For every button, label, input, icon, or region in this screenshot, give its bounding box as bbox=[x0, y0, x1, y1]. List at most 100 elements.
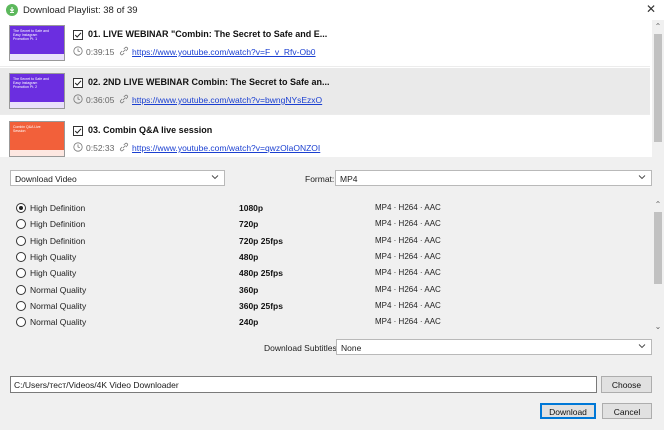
item-checkbox[interactable] bbox=[73, 126, 83, 136]
quality-radio[interactable] bbox=[16, 317, 26, 328]
quality-name: High Quality bbox=[30, 251, 77, 262]
download-type-select[interactable]: Download Video bbox=[10, 170, 225, 186]
quality-resolution: 1080p bbox=[239, 203, 264, 213]
quality-format: MP4 · H264 · AAC bbox=[375, 219, 441, 229]
playlist-item[interactable]: The Secret to Safe and Easy Instagram Pr… bbox=[0, 20, 650, 67]
quality-option[interactable]: High Definition 1080p MP4 · H264 · AAC bbox=[0, 201, 650, 217]
quality-format: MP4 · H264 · AAC bbox=[375, 203, 441, 212]
video-title: 02. 2ND LIVE WEBINAR Combin: The Secret … bbox=[88, 77, 330, 87]
quality-resolution: 720p bbox=[239, 219, 259, 230]
video-url-link[interactable]: https://www.youtube.com/watch?v=qwzOlaON… bbox=[132, 143, 320, 153]
chevron-down-icon bbox=[211, 175, 219, 180]
thumbnail-footer bbox=[10, 150, 64, 156]
quality-format: MP4 · H264 · AAC bbox=[375, 251, 441, 261]
quality-resolution: 720p 25fps bbox=[239, 235, 283, 246]
quality-format: MP4 · H264 · AAC bbox=[375, 268, 441, 278]
video-title: 03. Combin Q&A live session bbox=[88, 125, 213, 135]
thumbnail-footer bbox=[10, 54, 64, 60]
close-icon[interactable]: ✕ bbox=[646, 3, 656, 15]
choose-button[interactable]: Choose bbox=[601, 376, 652, 393]
video-url-link[interactable]: https://www.youtube.com/watch?v=bwngNYsE… bbox=[132, 95, 322, 105]
save-path-input[interactable]: C:/Users/тест/Videos/4K Video Downloader bbox=[10, 376, 597, 393]
quality-radio[interactable] bbox=[16, 251, 26, 262]
quality-option[interactable]: High Quality 480p 25fps MP4 · H264 · AAC bbox=[0, 266, 650, 282]
cancel-button[interactable]: Cancel bbox=[602, 403, 652, 419]
window-title: Download Playlist: 38 of 39 bbox=[23, 5, 138, 16]
quality-radio[interactable] bbox=[16, 235, 26, 246]
scroll-up-icon[interactable]: ⌃ bbox=[652, 20, 664, 32]
quality-option[interactable]: Normal Quality 240p MP4 · H264 · AAC bbox=[0, 315, 650, 331]
thumbnail-footer bbox=[10, 102, 64, 108]
checkmark-icon bbox=[74, 80, 82, 86]
quality-resolution: 240p bbox=[239, 317, 259, 328]
scroll-down-icon[interactable]: ⌄ bbox=[652, 320, 664, 332]
video-duration: 0:39:15 bbox=[86, 47, 115, 57]
quality-name: Normal Quality bbox=[30, 317, 87, 328]
item-checkbox[interactable] bbox=[73, 30, 83, 40]
item-checkbox[interactable] bbox=[73, 78, 83, 88]
clock-icon bbox=[73, 46, 83, 56]
quality-name: High Definition bbox=[30, 235, 86, 246]
download-type-value: Download Video bbox=[15, 174, 77, 184]
quality-option[interactable]: Normal Quality 360p MP4 · H264 · AAC bbox=[0, 283, 650, 299]
quality-name: Normal Quality bbox=[30, 284, 87, 295]
scrollbar-thumb[interactable] bbox=[654, 34, 662, 142]
quality-option[interactable]: High Quality 480p MP4 · H264 · AAC bbox=[0, 250, 650, 266]
quality-option[interactable]: High Definition 720p MP4 · H264 · AAC bbox=[0, 217, 650, 233]
video-thumbnail: The Secret to Safe and Easy Instagram Pr… bbox=[9, 73, 65, 109]
playlist-item[interactable]: The Secret to Safe and Easy Instagram Pr… bbox=[0, 68, 650, 115]
video-duration: 0:36:05 bbox=[86, 95, 115, 105]
checkmark-icon bbox=[74, 32, 82, 38]
link-icon bbox=[120, 94, 128, 104]
quality-radio[interactable] bbox=[16, 219, 26, 230]
thumbnail-text: The Secret to Safe and Easy Instagram Pr… bbox=[13, 29, 49, 41]
video-thumbnail: Combin Q&A Live Session bbox=[9, 121, 65, 157]
chevron-down-icon bbox=[638, 344, 646, 349]
quality-format: MP4 · H264 · AAC bbox=[375, 235, 441, 245]
quality-option[interactable]: Normal Quality 360p 25fps MP4 · H264 · AAC bbox=[0, 299, 650, 315]
subtitles-value: None bbox=[341, 343, 362, 353]
quality-format: MP4 · H264 · AAC bbox=[375, 284, 441, 294]
format-select[interactable]: MP4 bbox=[335, 170, 652, 186]
video-duration: 0:52:33 bbox=[86, 143, 115, 153]
video-title: 01. LIVE WEBINAR "Combin: The Secret to … bbox=[88, 29, 328, 39]
scrollbar-thumb[interactable] bbox=[654, 212, 662, 284]
quality-resolution: 360p 25fps bbox=[239, 300, 283, 311]
quality-name: High Definition bbox=[30, 219, 86, 230]
quality-list: High Definition 1080p MP4 · H264 · AAC High… bbox=[0, 198, 664, 332]
clock-icon bbox=[73, 142, 83, 152]
quality-radio[interactable] bbox=[16, 300, 26, 311]
app-logo-icon bbox=[6, 4, 18, 16]
subtitles-select[interactable]: None bbox=[336, 339, 652, 355]
download-button[interactable]: Download bbox=[540, 403, 596, 419]
quality-radio[interactable] bbox=[16, 268, 26, 279]
clock-icon bbox=[73, 94, 83, 104]
quality-radio[interactable] bbox=[16, 284, 26, 295]
format-label: Format: bbox=[305, 174, 335, 184]
quality-format: MP4 · H264 · AAC bbox=[375, 317, 441, 327]
chevron-down-icon bbox=[638, 175, 646, 180]
playlist-item[interactable]: Combin Q&A Live Session 03. Combin Q&A li… bbox=[0, 116, 650, 157]
quality-name: High Definition bbox=[30, 203, 86, 213]
quality-scrollbar[interactable]: ⌃ ⌄ bbox=[652, 198, 664, 332]
quality-resolution: 480p 25fps bbox=[239, 268, 283, 279]
playlist-scrollbar[interactable]: ⌃ bbox=[652, 20, 664, 157]
video-thumbnail: The Secret to Safe and Easy Instagram Pr… bbox=[9, 25, 65, 61]
checkmark-icon bbox=[74, 128, 82, 134]
thumbnail-text: Combin Q&A Live Session bbox=[13, 125, 41, 133]
quality-name: High Quality bbox=[30, 268, 77, 279]
quality-format: MP4 · H264 · AAC bbox=[375, 300, 441, 310]
subtitles-label: Download Subtitles: bbox=[264, 343, 340, 353]
link-icon bbox=[120, 142, 128, 152]
quality-resolution: 360p bbox=[239, 284, 259, 295]
scroll-up-icon[interactable]: ⌃ bbox=[652, 198, 664, 210]
title-bar: Download Playlist: 38 of 39 ✕ bbox=[0, 0, 664, 20]
format-value: MP4 bbox=[340, 174, 358, 184]
thumbnail-text: The Secret to Safe and Easy Instagram Pr… bbox=[13, 77, 49, 89]
video-url-link[interactable]: https://www.youtube.com/watch?v=F_v_Rfv-… bbox=[132, 47, 316, 57]
quality-resolution: 480p bbox=[239, 251, 259, 262]
playlist-list: The Secret to Safe and Easy Instagram Pr… bbox=[0, 20, 664, 157]
quality-name: Normal Quality bbox=[30, 300, 87, 311]
quality-radio[interactable] bbox=[16, 203, 26, 213]
quality-option[interactable]: High Definition 720p 25fps MP4 · H264 · AA… bbox=[0, 234, 650, 250]
